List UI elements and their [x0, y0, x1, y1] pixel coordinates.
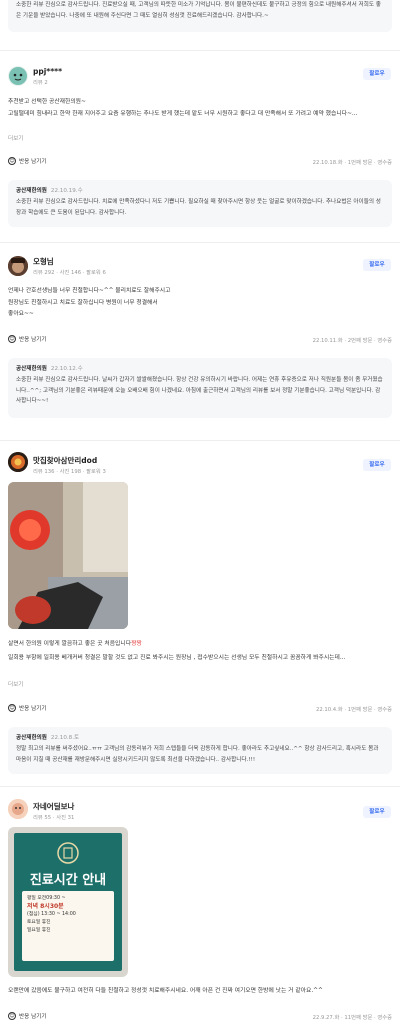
sign-line: 토요일 휴진 — [27, 920, 51, 925]
react-button[interactable]: ☺ 반응 남기기 — [8, 157, 47, 165]
avatar[interactable] — [8, 799, 28, 819]
react-label: 반응 남기기 — [19, 159, 47, 165]
more-link[interactable]: 더보기 — [8, 680, 23, 688]
owner-reply-box: 공산재한의원 22.10.12.수 소중한 리뷰 진심으로 감사드립니다. 날씨가… — [8, 358, 392, 418]
owner-reply-text: 소중한 리뷰 진심으로 감사드립니다. 날씨가 갑자기 쌀쌀해졌습니다. 항상 … — [16, 377, 383, 404]
owner-reply-header: 공산재한의원 22.10.19.수 — [16, 186, 83, 194]
owner-name: 공산재한의원 — [16, 366, 47, 372]
avatar[interactable] — [8, 452, 28, 472]
react-label: 반응 남기기 — [19, 706, 47, 712]
review-text-more[interactable]: 일회용 부항에 일회용 베개커버 청결은 말할 것도 없고 진료 봐주시는 원장… — [8, 653, 392, 665]
review-text[interactable]: 오랜만에 갔음에도 불구하고 여전히 다들 친절하고 정성껏 치료해주시네요. … — [8, 986, 392, 998]
react-button[interactable]: ☺ 반응 남기기 — [8, 335, 47, 343]
review-emoji: 짱짱 — [131, 641, 142, 647]
divider — [0, 440, 400, 441]
review-photo[interactable]: 진료시간 안내 평일 오전09:30 ~ 저녁 8시30분 (점심) 13:30… — [8, 827, 128, 977]
review-text[interactable]: 언제나 간호선생님들 너무 친절합니다~^^ 물리치료도 잘해주시고 원장님도 … — [8, 286, 392, 321]
react-label: 반응 남기기 — [19, 337, 47, 343]
owner-reply-box: 공산재한의원 22.10.19.수 소중한 리뷰 진심으로 감사드립니다. 치료에… — [8, 180, 392, 227]
owner-name: 공산재한의원 — [16, 188, 47, 194]
avatar[interactable] — [8, 256, 28, 276]
reviewer-name[interactable]: 맛집찾아삼만리dod — [33, 455, 97, 466]
follow-button[interactable]: 팔로우 — [363, 459, 391, 471]
clinic-logo-icon — [57, 842, 79, 864]
sign-line: 평일 오전09:30 ~ — [27, 896, 66, 901]
sign-hours-panel: 평일 오전09:30 ~ 저녁 8시30분 (점심) 13:30 ~ 14:00… — [22, 891, 114, 961]
visit-meta: 22.10.4.화 · 1번째 방문 · 영수증 — [315, 707, 392, 713]
sign-title: 진료시간 안내 — [29, 873, 107, 888]
reviewer-name[interactable]: 오형님 — [33, 256, 54, 267]
owner-reply-date: 22.10.8.토 — [50, 735, 80, 741]
reviewer-meta: 리뷰 292 · 사진 146 · 팔로워 6 — [33, 270, 106, 276]
visit-meta: 22.10.11.화 · 2번째 방문 · 영수증 — [312, 338, 392, 344]
sign-line: (점심) 13:30 ~ 14:00 — [27, 912, 76, 917]
owner-reply-text: 소중한 리뷰 진심으로 감사드립니다. 치료에 만족하셨다니 저도 기쁩니다. … — [16, 199, 381, 216]
owner-reply-box: 공산재한의원 22.10.8.토 정말 최고의 리뷰를 써주셨어요..ㅠㅠ 고객님… — [8, 727, 392, 774]
reviewer-name[interactable]: ppj**** — [33, 67, 62, 76]
more-link[interactable]: 더보기 — [8, 134, 23, 142]
sign-board: 진료시간 안내 평일 오전09:30 ~ 저녁 8시30분 (점심) 13:30… — [14, 833, 122, 971]
follow-button[interactable]: 팔로우 — [363, 68, 391, 80]
reviewer-meta: 리뷰 55 · 사진 31 — [33, 815, 75, 821]
owner-reply-text: 소중한 리뷰 진심으로 감사드립니다. 진료받으실 때, 고객님의 따뜻한 미소… — [16, 2, 381, 19]
review-photo[interactable] — [8, 482, 128, 629]
divider — [0, 786, 400, 787]
follow-button[interactable]: 팔로우 — [363, 259, 391, 271]
smile-icon: ☺ — [8, 1012, 16, 1020]
react-label: 반응 남기기 — [19, 1014, 47, 1020]
avatar[interactable] — [8, 66, 28, 86]
visit-meta: 22.10.18.화 · 1번째 방문 · 영수증 — [312, 160, 392, 166]
reviewer-meta: 리뷰 136 · 사진 198 · 팔로워 3 — [33, 469, 106, 475]
react-button[interactable]: ☺ 반응 남기기 — [8, 704, 47, 712]
owner-reply-date: 22.10.12.수 — [50, 366, 83, 372]
owner-reply-header: 공산재한의원 22.10.12.수 — [16, 364, 83, 372]
sign-line: 일요일 휴진 — [27, 928, 51, 933]
owner-reply-box: 소중한 리뷰 진심으로 감사드립니다. 진료받으실 때, 고객님의 따뜻한 미소… — [8, 0, 392, 32]
smile-icon: ☺ — [8, 704, 16, 712]
review-text-main: 살면서 한의원 이렇게 깔끔하고 좋은 곳 처음입니다 — [8, 641, 132, 647]
owner-name: 공산재한의원 — [16, 735, 47, 741]
smile-icon: ☺ — [8, 157, 16, 165]
reviewer-name[interactable]: 자네어딜보나 — [33, 801, 74, 812]
visit-meta: 22.9.27.화 · 11번째 방문 · 영수증 — [312, 1015, 392, 1021]
review-text[interactable]: 살면서 한의원 이렇게 깔끔하고 좋은 곳 처음입니다짱짱 — [8, 639, 392, 651]
follow-button[interactable]: 팔로우 — [363, 806, 391, 818]
owner-reply-text: 정말 최고의 리뷰를 써주셨어요..ㅠㅠ 고객님의 감동리뷰가 저희 스텝들을 … — [16, 746, 379, 763]
owner-reply-header: 공산재한의원 22.10.8.토 — [16, 733, 79, 741]
sign-line: 저녁 8시30분 — [27, 903, 64, 910]
divider — [0, 242, 400, 243]
owner-reply-date: 22.10.19.수 — [50, 188, 83, 194]
react-button[interactable]: ☺ 반응 남기기 — [8, 1012, 47, 1020]
reviewer-meta: 리뷰 2 — [33, 80, 48, 86]
review-text[interactable]: 추천받고 선택한 공산재한의원~ 고릴떨데미 힘내라고 한약 한재 지어주고 요… — [8, 97, 392, 120]
smile-icon: ☺ — [8, 335, 16, 343]
divider — [0, 50, 400, 51]
